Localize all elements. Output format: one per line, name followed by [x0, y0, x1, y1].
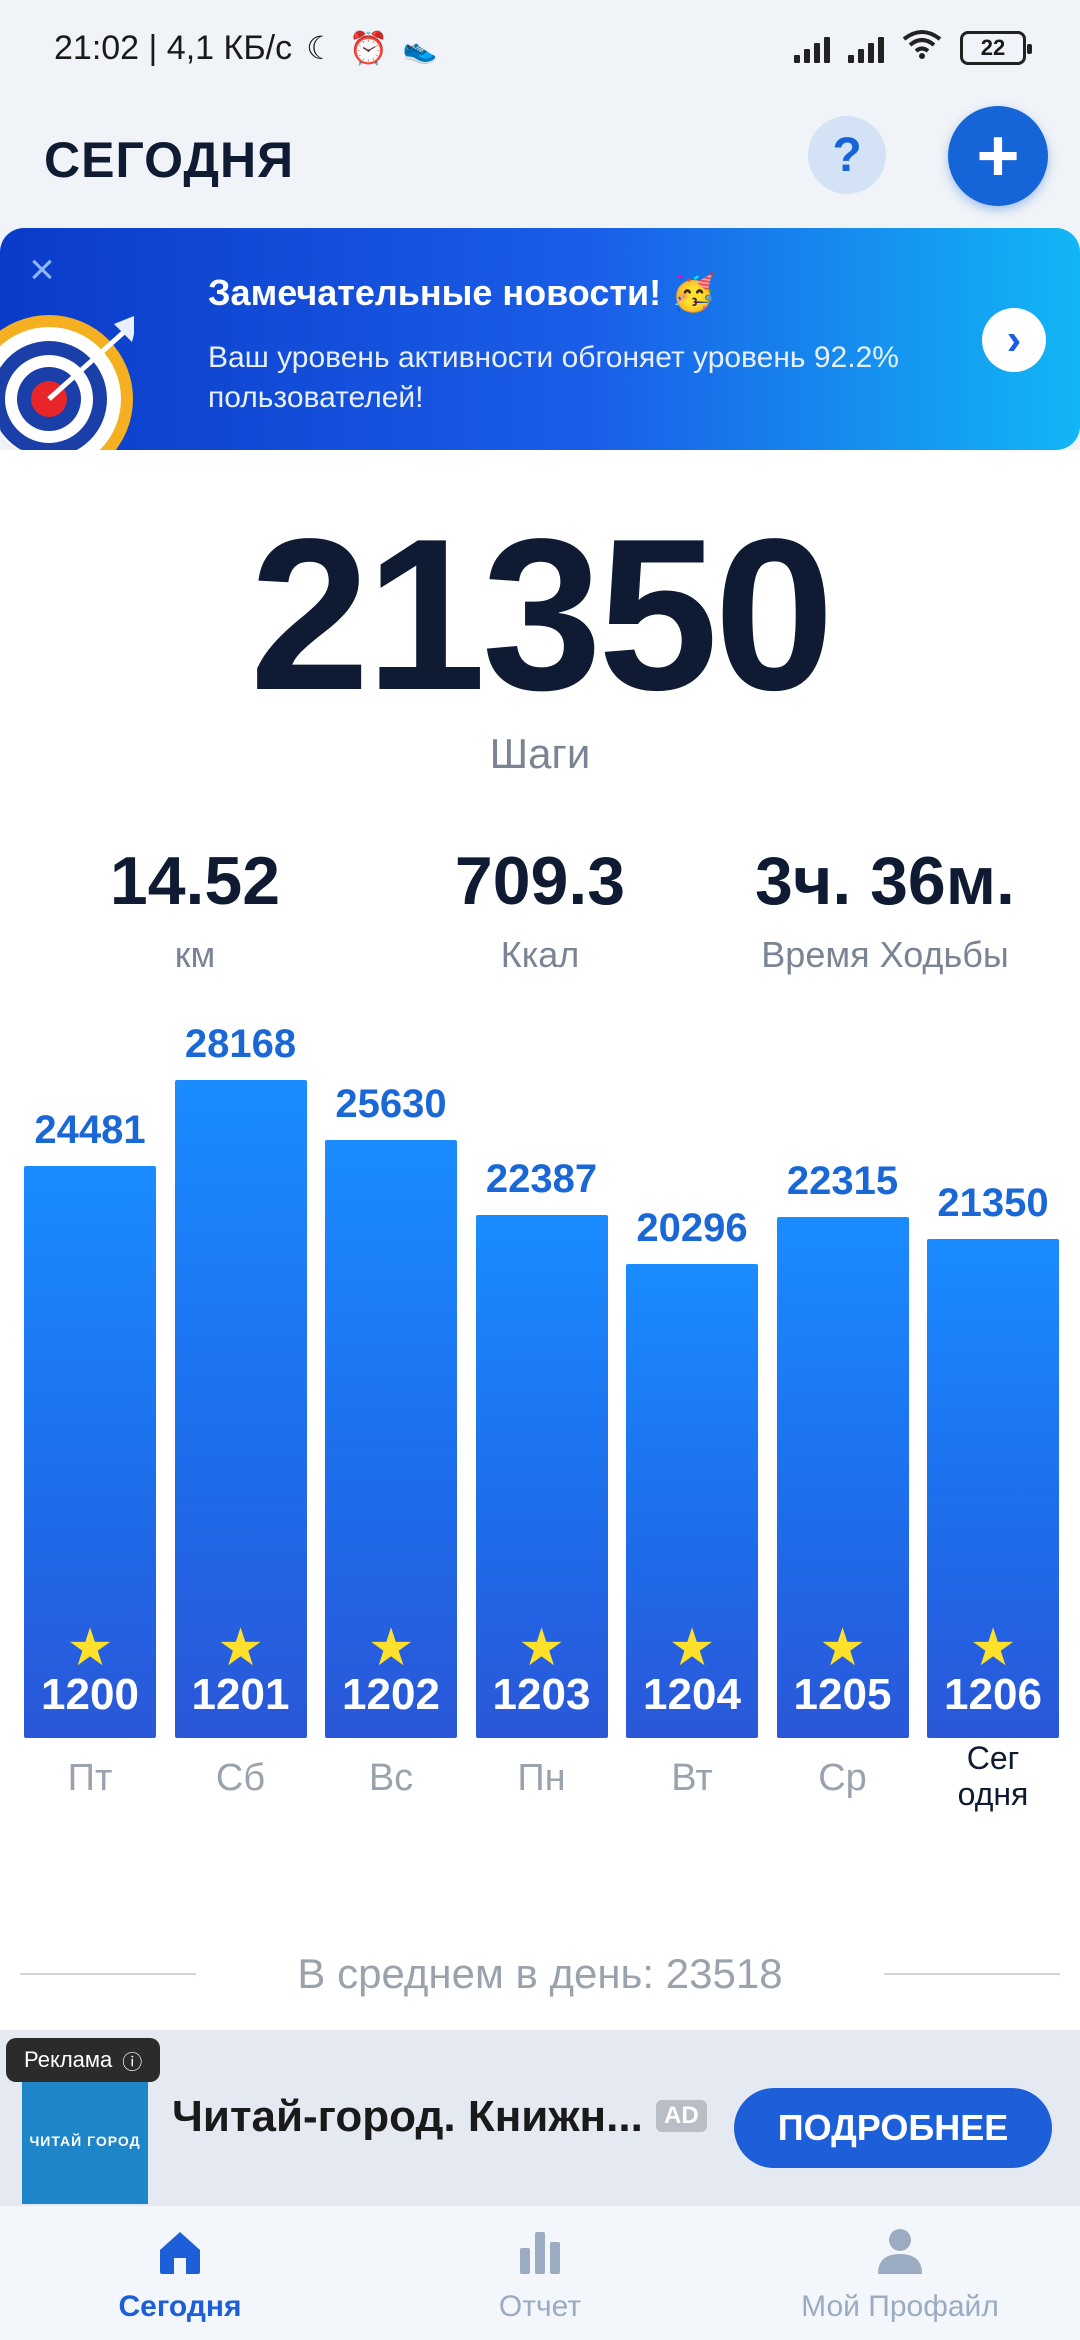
page-title: СЕГОДНЯ: [44, 132, 295, 188]
star-icon: ★: [217, 1619, 264, 1677]
average-row: В среднем в день: 23518: [0, 1944, 1080, 2004]
ad-badge: Реклама ⓘ: [6, 2038, 161, 2082]
bar-value-label: 21350: [937, 1181, 1049, 1226]
status-time: 21:02 | 4,1 КБ/с: [54, 28, 293, 67]
ad-cta-button[interactable]: ПОДРОБНЕЕ: [734, 2088, 1052, 2168]
divider: [884, 1973, 1060, 1975]
calories-value: 709.3: [454, 843, 626, 919]
info-icon[interactable]: ⓘ: [122, 2046, 142, 2075]
ad-banner[interactable]: ЧИТАЙ ГОРОД Реклама ⓘ Читай-город. Книжн…: [0, 2030, 1080, 2206]
bar-chart-icon: [520, 2232, 560, 2274]
bar-badge-number: 1205: [793, 1670, 892, 1719]
star-icon: ★: [66, 1619, 114, 1677]
home-icon: [160, 2232, 200, 2274]
status-bar: 21:02 | 4,1 КБ/с ☾ ⏰ 👟 22: [0, 0, 1080, 96]
shoe-icon: 👟: [402, 32, 438, 64]
day-label: Сб: [215, 1757, 266, 1799]
walking-time-stat: 3ч. 36м. Время Ходьбы: [705, 842, 1065, 976]
bar-value-label: 24481: [34, 1108, 146, 1153]
ad-logo[interactable]: ЧИТАЙ ГОРОД: [22, 2078, 148, 2204]
alarm-icon: ⏰: [348, 30, 389, 66]
day-label: Пн: [517, 1757, 566, 1799]
profile-icon: [878, 2229, 922, 2274]
moon-icon: ☾: [306, 30, 335, 66]
distance-stat: 14.52 км: [15, 842, 375, 976]
target-icon: [0, 315, 134, 450]
bar-badge-number: 1206: [944, 1670, 1042, 1719]
star-icon: ★: [367, 1619, 415, 1677]
ad-title[interactable]: Читай-город. Книжн...: [172, 2092, 643, 2142]
day-label: Сег одня: [957, 1740, 1029, 1812]
calories-stat: 709.3 Ккал: [360, 842, 720, 976]
banner-title: Замечательные новости! 🥳: [208, 272, 716, 313]
today-panel: 21350 Шаги 14.52 км 709.3 Ккал 3ч. 36м. …: [0, 450, 1080, 2030]
calories-unit: Ккал: [500, 934, 580, 975]
bar-value-label: 22315: [786, 1158, 899, 1203]
bottom-nav: Сегодня Отчет Мой Профайл: [0, 2206, 1080, 2340]
star-icon: ★: [668, 1619, 716, 1677]
day-label: Вс: [368, 1757, 414, 1799]
news-banner[interactable]: × Замечательные новости! 🥳 Ваш уровень а…: [0, 228, 1080, 450]
walking-time-label: Время Ходьбы: [761, 934, 1009, 975]
battery-level: 22: [980, 35, 1006, 60]
bar-value-label: 20296: [636, 1206, 748, 1251]
battery-icon: 22: [960, 31, 1032, 65]
divider: [20, 1973, 196, 1975]
help-button[interactable]: ?: [808, 116, 886, 194]
day-label: Вт: [671, 1757, 713, 1799]
walking-time-value: 3ч. 36м.: [755, 843, 1015, 919]
nav-today[interactable]: Сегодня: [0, 2206, 360, 2340]
bar-value-label: 25630: [335, 1081, 447, 1126]
average-label: В среднем в день: 23518: [297, 1950, 783, 1997]
bar-value-label: 22387: [485, 1157, 598, 1202]
add-button[interactable]: +: [948, 106, 1048, 206]
star-icon: ★: [518, 1619, 565, 1677]
nav-profile[interactable]: Мой Профайл: [720, 2206, 1080, 2340]
bar-value-label: 28168: [184, 1022, 297, 1067]
signal-icon: [794, 33, 830, 63]
bar-badge-number: 1204: [643, 1670, 741, 1719]
header: СЕГОДНЯ ? +: [0, 96, 1080, 224]
signal-icon: [848, 33, 884, 63]
steps-value: 21350: [249, 493, 835, 735]
distance-unit: км: [174, 934, 216, 975]
chevron-right-icon[interactable]: ›: [982, 308, 1046, 372]
wifi-icon: [902, 29, 942, 68]
day-label: Ср: [818, 1757, 867, 1799]
nav-label: Мой Профайл: [801, 2290, 999, 2323]
distance-value: 14.52: [109, 843, 281, 919]
bar-badge-number: 1202: [342, 1670, 440, 1719]
nav-report[interactable]: Отчет: [360, 2206, 720, 2340]
banner-text: Ваш уровень активности обгоняет уровень …: [208, 341, 899, 414]
ad-tag: AD: [656, 2100, 707, 2132]
day-label: Пт: [67, 1757, 113, 1799]
bar-badge-number: 1201: [191, 1670, 290, 1719]
star-icon: ★: [819, 1619, 866, 1677]
nav-label: Сегодня: [118, 2290, 242, 2323]
close-icon[interactable]: ×: [22, 248, 62, 292]
bar-badge-number: 1203: [492, 1670, 591, 1719]
nav-label: Отчет: [498, 2290, 582, 2323]
star-icon: ★: [969, 1619, 1017, 1677]
steps-label: Шаги: [489, 730, 591, 777]
bar-badge-number: 1200: [41, 1670, 139, 1719]
ad-badge-label: Реклама: [24, 2047, 113, 2072]
